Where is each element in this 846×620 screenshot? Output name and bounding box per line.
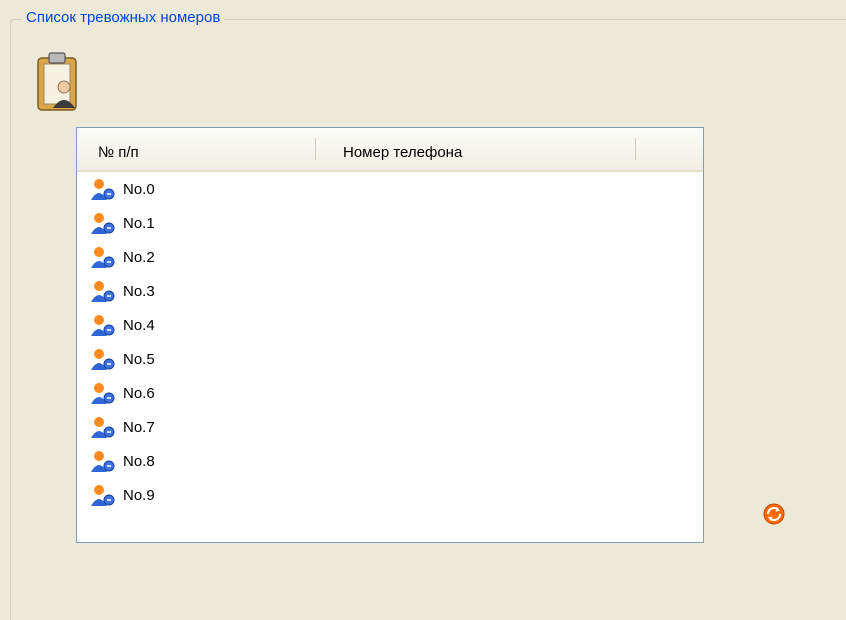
row-label: No.5 [123,351,155,368]
list-item[interactable]: No.7 [77,410,703,444]
row-label: No.0 [123,181,155,198]
list-item[interactable]: No.5 [77,342,703,376]
user-icon [91,485,115,506]
refresh-icon[interactable] [763,503,785,525]
list-rows: No.0 No.1 No.2 No.3 No.4 No.5 No.6 No.7 … [77,172,703,512]
user-icon [91,213,115,234]
list-item[interactable]: No.2 [77,240,703,274]
row-label: No.3 [123,283,155,300]
user-icon [91,417,115,438]
row-label: No.6 [123,385,155,402]
list-item[interactable]: No.4 [77,308,703,342]
list-header: № п/п Номер телефона [77,128,703,172]
list-item[interactable]: No.6 [77,376,703,410]
column-separator[interactable] [315,138,316,160]
column-header-index[interactable]: № п/п [98,144,139,161]
column-header-phone[interactable]: Номер телефона [343,144,462,161]
group-title: Список тревожных номеров [22,9,225,26]
user-icon [91,383,115,404]
user-icon [91,247,115,268]
list-item[interactable]: No.8 [77,444,703,478]
user-icon [91,349,115,370]
row-label: No.8 [123,453,155,470]
user-icon [91,451,115,472]
list-item[interactable]: No.9 [77,478,703,512]
row-label: No.7 [123,419,155,436]
user-icon [91,281,115,302]
row-label: No.1 [123,215,155,232]
alarm-numbers-list[interactable]: № п/п Номер телефона No.0 No.1 No.2 No.3… [76,127,704,543]
list-item[interactable]: No.3 [77,274,703,308]
row-label: No.4 [123,317,155,334]
list-item[interactable]: No.0 [77,172,703,206]
row-label: No.2 [123,249,155,266]
clipboard-contact-icon [37,52,77,111]
row-label: No.9 [123,487,155,504]
user-icon [91,315,115,336]
list-item[interactable]: No.1 [77,206,703,240]
user-icon [91,179,115,200]
column-separator[interactable] [635,138,636,160]
